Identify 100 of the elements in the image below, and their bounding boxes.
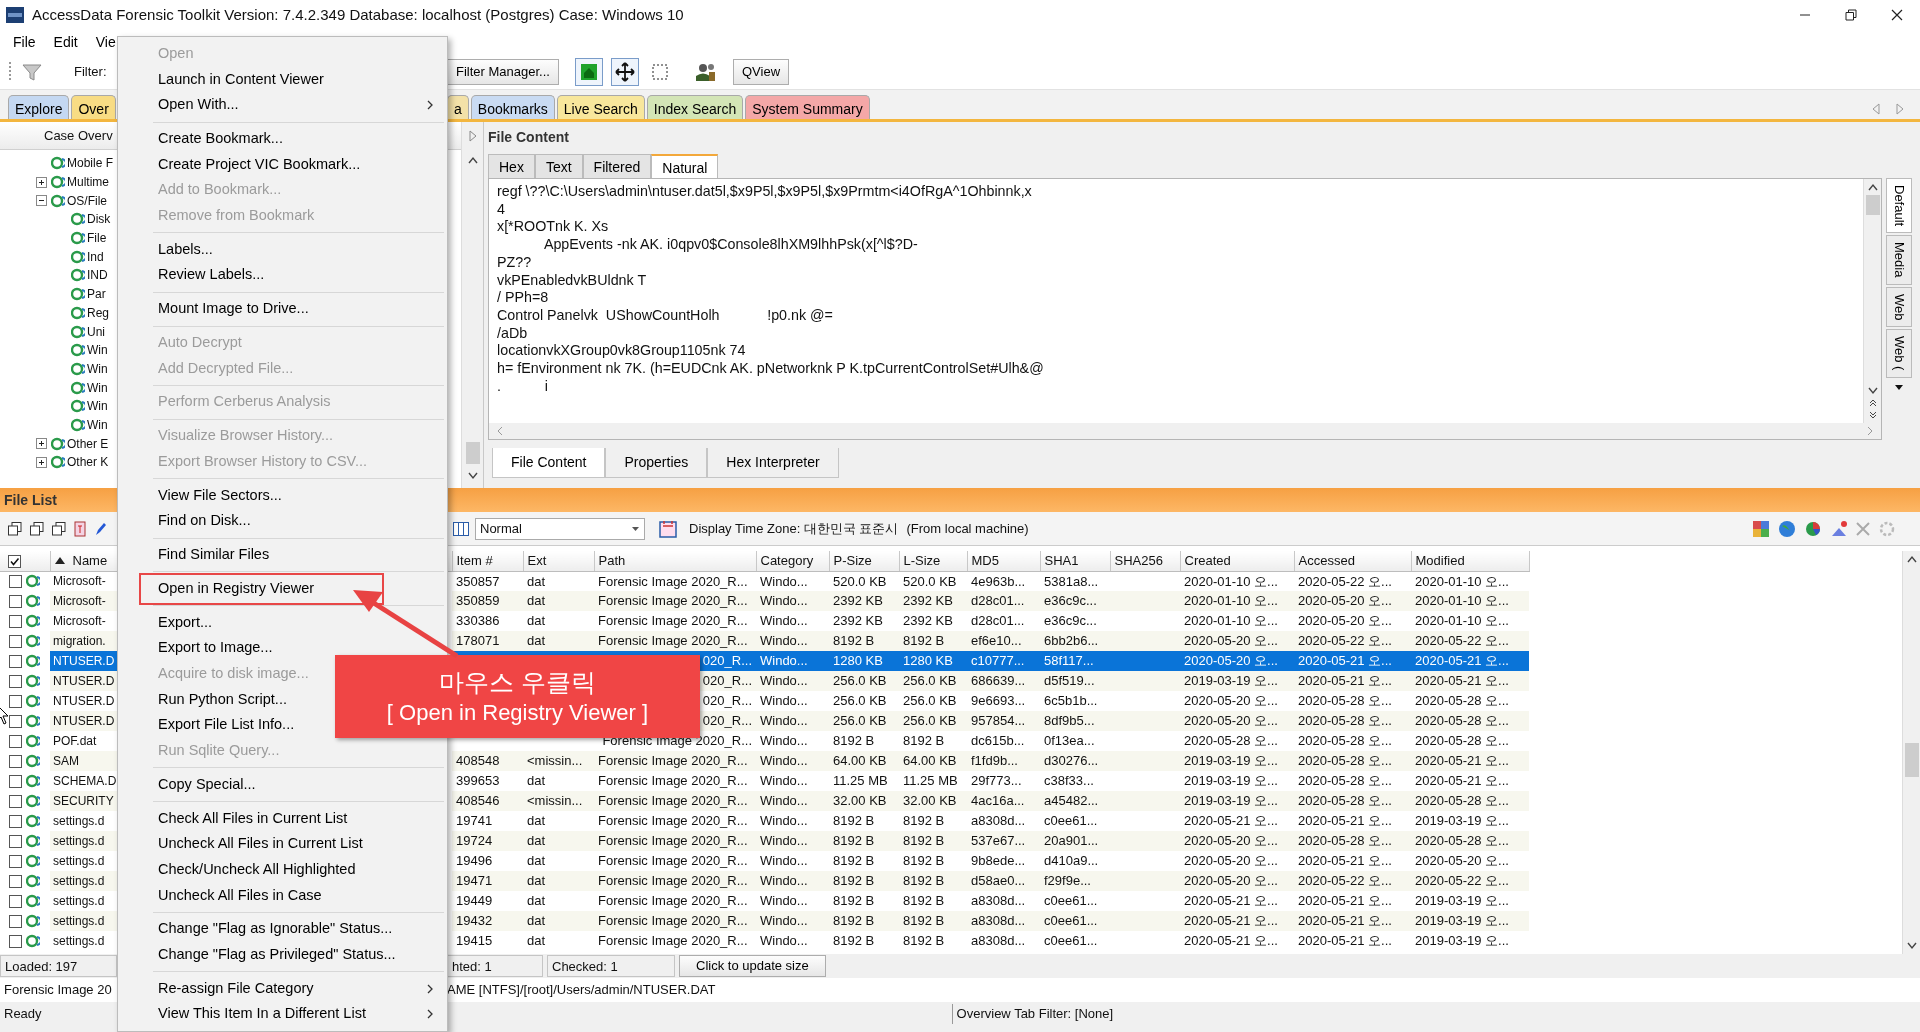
pie-chart-icon[interactable] (1804, 519, 1822, 538)
tree-item[interactable]: IND (87, 266, 108, 285)
menu-item[interactable]: Create Bookmark... (118, 126, 447, 152)
row-checkbox[interactable] (9, 734, 22, 748)
tree-item[interactable]: OS/File (67, 191, 107, 210)
row-checkbox[interactable] (9, 894, 22, 908)
column-header[interactable]: Path (594, 551, 756, 571)
row-checkbox[interactable] (9, 774, 22, 788)
view-mode-tab[interactable]: Natural (651, 154, 719, 178)
tree-item[interactable]: File (87, 229, 107, 248)
stacked-squares-icon[interactable] (52, 521, 66, 536)
menu-item[interactable]: Open With... (118, 92, 447, 118)
view-tab[interactable]: Explore (8, 95, 70, 119)
view-tab[interactable]: Over (71, 95, 116, 119)
tree-item[interactable]: Win (87, 415, 108, 434)
column-header[interactable]: Ext (523, 551, 594, 571)
column-header[interactable]: P-Size (829, 551, 899, 571)
menu-item[interactable]: Labels... (118, 236, 447, 263)
scrollbar[interactable] (1863, 179, 1881, 423)
row-checkbox[interactable] (9, 914, 22, 928)
menu-item[interactable]: Find Similar Files (118, 542, 447, 568)
panel-tab[interactable]: File Content (492, 448, 606, 478)
scrollbar-thumb[interactable] (1904, 743, 1919, 777)
sort-up-icon[interactable] (54, 557, 65, 565)
stacked-squares-icon[interactable] (8, 521, 22, 536)
column-header[interactable]: SHA1 (1040, 551, 1110, 571)
row-checkbox[interactable] (9, 934, 22, 948)
menu-item[interactable]: Check All Files in Current List (118, 805, 447, 832)
side-tab[interactable]: Web (1886, 286, 1912, 328)
view-mode-tab[interactable]: Filtered (582, 154, 652, 178)
tree-item[interactable]: Uni (87, 322, 105, 341)
side-tab[interactable]: Media (1886, 235, 1912, 285)
expand-icon[interactable] (36, 438, 47, 450)
stacked-squares-icon[interactable] (30, 521, 44, 536)
scrollbar-thumb[interactable] (1865, 195, 1880, 215)
menu-item[interactable]: Export to Image... (118, 635, 447, 662)
scrollbar-thumb[interactable] (465, 442, 480, 464)
row-checkbox[interactable] (9, 854, 22, 868)
header-checkbox[interactable] (8, 555, 21, 569)
menu-item[interactable]: Copy Special... (118, 771, 447, 798)
view-tab[interactable]: Index Search (646, 95, 744, 119)
column-header[interactable]: L-Size (899, 551, 967, 571)
view-tab[interactable]: Live Search (556, 95, 645, 119)
row-checkbox[interactable] (9, 654, 22, 668)
row-checkbox[interactable] (9, 714, 22, 728)
calendar-icon[interactable] (659, 519, 677, 538)
tree-item[interactable]: Ind (87, 247, 104, 266)
menu-item[interactable]: Edit (44, 31, 87, 53)
expand-icon[interactable] (36, 176, 47, 188)
panel-tab[interactable]: Properties (605, 448, 708, 478)
columns-icon[interactable] (453, 521, 469, 536)
row-checkbox[interactable] (9, 574, 22, 588)
filter-manager-button[interactable]: Filter Manager... (447, 58, 559, 85)
tree-item[interactable]: Reg (87, 303, 109, 322)
tree-item[interactable]: Mobile F (67, 154, 113, 173)
tree-item[interactable]: Win (87, 359, 108, 378)
menu-item[interactable]: Check/Uncheck All Highlighted (118, 857, 447, 883)
view-select[interactable]: Normal (475, 517, 645, 540)
menu-item[interactable]: Mount Image to Drive... (118, 296, 447, 322)
tree-item[interactable]: Par (87, 285, 106, 304)
menu-item[interactable]: Create Project VIC Bookmark... (118, 151, 447, 178)
funnel-icon[interactable] (22, 62, 42, 81)
menu-item[interactable]: Launch in Content Viewer (118, 66, 447, 93)
collapse-icon[interactable] (36, 195, 47, 207)
column-header[interactable]: Accessed (1294, 551, 1411, 571)
scrollbar[interactable] (1902, 551, 1920, 954)
menu-item[interactable]: Change "Flag as Privileged" Status... (118, 942, 447, 968)
row-checkbox[interactable] (9, 814, 22, 828)
people-icon[interactable] (695, 61, 717, 82)
tree-item[interactable]: Win (87, 341, 108, 360)
update-size-button[interactable]: Click to update size (679, 955, 826, 977)
dropdown-icon[interactable] (1894, 383, 1904, 390)
view-tab[interactable]: Bookmarks (470, 95, 555, 119)
row-checkbox[interactable] (9, 614, 22, 628)
tree-item[interactable]: Other K (67, 453, 109, 472)
expand-icon[interactable] (36, 456, 47, 468)
row-checkbox[interactable] (9, 594, 22, 608)
menu-item[interactable]: Uncheck All Files in Current List (118, 831, 447, 857)
row-checkbox[interactable] (9, 634, 22, 648)
column-header[interactable]: Category (756, 551, 829, 571)
view-tab[interactable]: System Summary (745, 95, 870, 119)
row-checkbox[interactable] (9, 694, 22, 708)
menu-item[interactable]: View File Sectors... (118, 482, 447, 509)
row-checkbox[interactable] (9, 834, 22, 848)
side-tab[interactable]: Web ( (1886, 329, 1912, 378)
menu-item[interactable]: File (4, 31, 45, 53)
column-header[interactable]: Modified (1411, 551, 1529, 571)
scrollbar[interactable] (489, 423, 1881, 439)
pen-icon[interactable] (94, 521, 106, 536)
view-mode-tab[interactable]: Text (534, 154, 583, 178)
home-button[interactable] (575, 57, 603, 86)
dashed-rectangle-icon[interactable] (651, 62, 669, 81)
menu-item[interactable]: Export... (118, 609, 447, 636)
tree-item[interactable]: Other E (67, 434, 109, 453)
menu-item[interactable]: Uncheck All Files in Case (118, 882, 447, 909)
qview-button[interactable]: QView (733, 58, 790, 85)
menu-item[interactable]: Open in Registry Viewer (118, 576, 447, 602)
view-mode-tab[interactable]: Hex (488, 154, 535, 178)
menu-item[interactable]: Review Labels... (118, 262, 447, 289)
column-icon[interactable] (74, 520, 86, 537)
